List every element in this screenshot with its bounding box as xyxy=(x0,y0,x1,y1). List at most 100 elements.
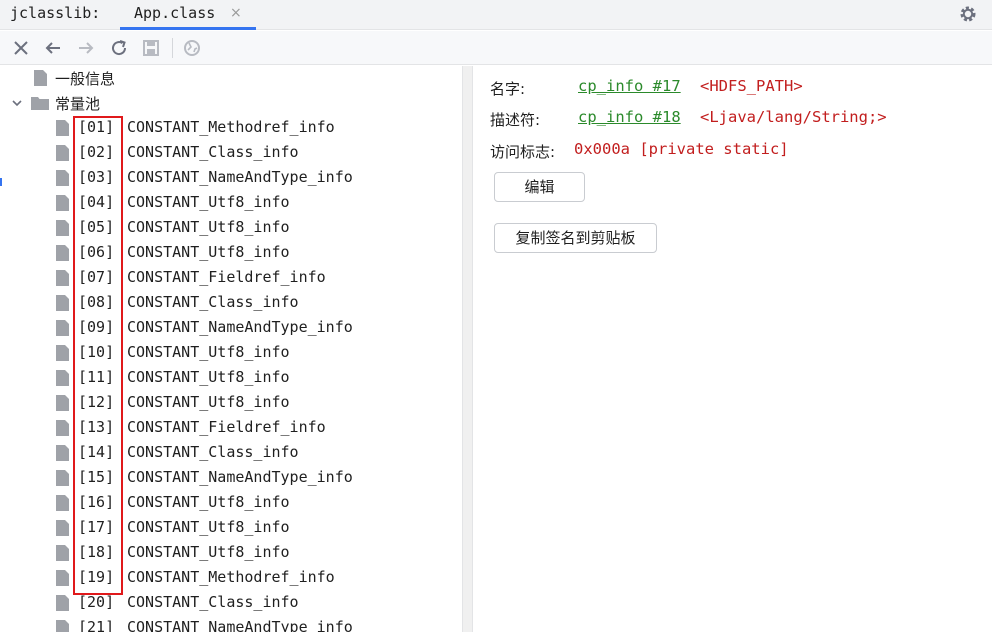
constant-type: CONSTANT_Class_info xyxy=(127,443,299,461)
constant-type: CONSTANT_Fieldref_info xyxy=(127,418,326,436)
constant-type: CONSTANT_NameAndType_info xyxy=(127,618,353,632)
constant-index: [16] xyxy=(78,493,115,511)
toolbar xyxy=(0,31,992,65)
file-icon xyxy=(56,470,69,486)
constant-type: CONSTANT_Utf8_info xyxy=(127,543,290,561)
constant-index: [10] xyxy=(78,343,115,361)
constant-index: [02] xyxy=(78,143,115,161)
refresh-icon[interactable] xyxy=(109,38,129,58)
gear-icon[interactable] xyxy=(958,4,978,24)
constant-index: [14] xyxy=(78,443,115,461)
tree-item-constant[interactable]: [02] CONSTANT_Class_info xyxy=(0,141,462,166)
close-icon[interactable] xyxy=(11,38,31,58)
tree-item-constant[interactable]: [16] CONSTANT_Utf8_info xyxy=(0,491,462,516)
tree-item-general-info[interactable]: 一般信息 xyxy=(0,66,462,91)
constant-type: CONSTANT_Utf8_info xyxy=(127,343,290,361)
browser-icon[interactable] xyxy=(182,38,202,58)
detail-panel: 名字: cp_info #17 <HDFS_PATH> 描述符: cp_info… xyxy=(474,66,992,632)
constant-type: CONSTANT_Class_info xyxy=(127,293,299,311)
constant-type: CONSTANT_Utf8_info xyxy=(127,493,290,511)
tree-item-constant[interactable]: [06] CONSTANT_Utf8_info xyxy=(0,241,462,266)
name-cp-link[interactable]: cp_info #17 xyxy=(578,77,681,95)
constant-index: [07] xyxy=(78,268,115,286)
chevron-down-icon[interactable] xyxy=(10,96,24,110)
file-icon xyxy=(56,120,69,136)
tree-item-constant[interactable]: [20] CONSTANT_Class_info xyxy=(0,591,462,616)
constant-index: [01] xyxy=(78,118,115,136)
file-icon xyxy=(56,270,69,286)
constant-index: [09] xyxy=(78,318,115,336)
constant-type: CONSTANT_Methodref_info xyxy=(127,118,335,136)
tree-item-constant[interactable]: [03] CONSTANT_NameAndType_info xyxy=(0,166,462,191)
tree-item-constant[interactable]: [11] CONSTANT_Utf8_info xyxy=(0,366,462,391)
name-label: 名字: xyxy=(490,80,526,98)
constant-type: CONSTANT_Utf8_info xyxy=(127,518,290,536)
constant-type: CONSTANT_NameAndType_info xyxy=(127,318,353,336)
class-structure-tree: 一般信息 常量池 [01] CONSTANT_Methodref_info [02]… xyxy=(0,66,462,632)
descriptor-cp-link[interactable]: cp_info #18 xyxy=(578,108,681,126)
file-icon xyxy=(56,220,69,236)
tab-bar: jclasslib: App.class × xyxy=(0,0,992,30)
constant-type: CONSTANT_Utf8_info xyxy=(127,243,290,261)
edge-marker xyxy=(0,178,2,186)
forward-arrow-icon[interactable] xyxy=(76,38,96,58)
constant-type: CONSTANT_Class_info xyxy=(127,143,299,161)
tree-item-constant[interactable]: [18] CONSTANT_Utf8_info xyxy=(0,541,462,566)
constant-type: CONSTANT_Utf8_info xyxy=(127,368,290,386)
back-arrow-icon[interactable] xyxy=(43,38,63,58)
constant-index: [08] xyxy=(78,293,115,311)
tree-item-constant[interactable]: [04] CONSTANT_Utf8_info xyxy=(0,191,462,216)
constant-type: CONSTANT_Utf8_info xyxy=(127,393,290,411)
panel-splitter[interactable] xyxy=(462,66,473,632)
tree-item-constant-pool[interactable]: 常量池 xyxy=(0,91,462,116)
constant-index: [13] xyxy=(78,418,115,436)
app-prefix-label: jclasslib: xyxy=(10,4,101,22)
constant-index: [12] xyxy=(78,393,115,411)
file-icon xyxy=(56,145,69,161)
constant-index: [11] xyxy=(78,368,115,386)
tab-close-icon[interactable]: × xyxy=(230,5,242,21)
descriptor-label: 描述符: xyxy=(490,111,541,129)
tree-item-constant[interactable]: [15] CONSTANT_NameAndType_info xyxy=(0,466,462,491)
file-icon xyxy=(34,70,47,86)
constant-type: CONSTANT_NameAndType_info xyxy=(127,468,353,486)
tree-item-constant[interactable]: [10] CONSTANT_Utf8_info xyxy=(0,341,462,366)
tree-item-constant[interactable]: [08] CONSTANT_Class_info xyxy=(0,291,462,316)
constant-index: [15] xyxy=(78,468,115,486)
edit-button[interactable]: 编辑 xyxy=(494,172,585,202)
tree-item-constant[interactable]: [13] CONSTANT_Fieldref_info xyxy=(0,416,462,441)
save-icon[interactable] xyxy=(141,38,161,58)
tree-item-constant[interactable]: [07] CONSTANT_Fieldref_info xyxy=(0,266,462,291)
tab-app-class[interactable]: App.class × xyxy=(120,0,256,30)
folder-icon xyxy=(31,97,49,110)
constant-index: [21] xyxy=(78,618,115,632)
constant-type: CONSTANT_NameAndType_info xyxy=(127,168,353,186)
tree-item-constant[interactable]: [17] CONSTANT_Utf8_info xyxy=(0,516,462,541)
constant-index: [19] xyxy=(78,568,115,586)
tree-item-constant[interactable]: [09] CONSTANT_NameAndType_info xyxy=(0,316,462,341)
constant-index: [17] xyxy=(78,518,115,536)
name-value: <HDFS_PATH> xyxy=(700,77,803,95)
access-flags-value: 0x000a [private static] xyxy=(574,140,789,158)
constant-type: CONSTANT_Methodref_info xyxy=(127,568,335,586)
copy-signature-button[interactable]: 复制签名到剪贴板 xyxy=(494,223,657,253)
tree-item-constant[interactable]: [05] CONSTANT_Utf8_info xyxy=(0,216,462,241)
file-icon xyxy=(56,295,69,311)
active-tab-indicator xyxy=(120,27,256,30)
file-icon xyxy=(56,520,69,536)
tree-item-constant[interactable]: [19] CONSTANT_Methodref_info xyxy=(0,566,462,591)
file-icon xyxy=(56,620,69,632)
constant-type: CONSTANT_Class_info xyxy=(127,593,299,611)
toolbar-separator xyxy=(172,38,173,58)
tree-item-constant[interactable]: [21] CONSTANT_NameAndType_info xyxy=(0,616,462,632)
tree-item-constant[interactable]: [01] CONSTANT_Methodref_info xyxy=(0,116,462,141)
file-icon xyxy=(56,395,69,411)
tree-item-constant[interactable]: [12] CONSTANT_Utf8_info xyxy=(0,391,462,416)
tree-item-constant[interactable]: [14] CONSTANT_Class_info xyxy=(0,441,462,466)
file-icon xyxy=(56,170,69,186)
file-icon xyxy=(56,345,69,361)
file-icon xyxy=(56,595,69,611)
constant-index: [04] xyxy=(78,193,115,211)
file-icon xyxy=(56,445,69,461)
constant-type: CONSTANT_Fieldref_info xyxy=(127,268,326,286)
